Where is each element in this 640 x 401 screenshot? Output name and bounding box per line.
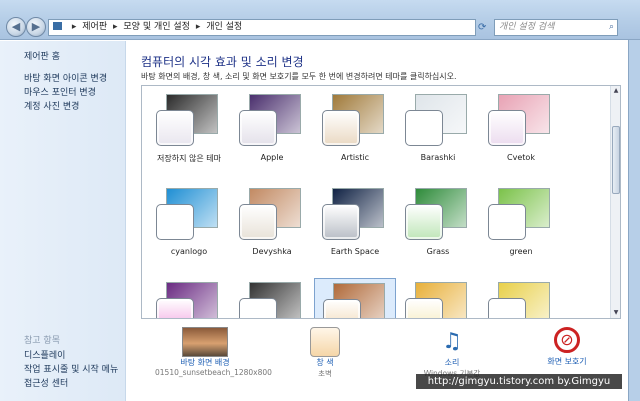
theme-name: Grass <box>426 247 450 256</box>
search-input[interactable]: 개인 설정 검색 ⌕ <box>494 19 618 36</box>
sounds-label: 소리 <box>444 358 460 367</box>
theme-color-swatch <box>405 204 443 240</box>
desktop-background-label: 바탕 화면 배경 <box>180 358 230 367</box>
breadcrumb-personalization[interactable]: 개인 설정 <box>206 22 242 32</box>
theme-color-swatch <box>405 110 443 146</box>
theme-item[interactable]: Devyshka <box>231 184 313 260</box>
theme-name: 저장하지 않은 테마 <box>157 154 221 163</box>
scroll-down-icon[interactable]: ▼ <box>612 309 620 317</box>
sidebar-link-desktop-icons[interactable]: 바탕 화면 아이콘 변경 <box>24 71 107 84</box>
desktop-background-button[interactable]: 바탕 화면 배경 01510_sunsetbeach_1280x800 <box>155 327 272 377</box>
theme-name: Barashki <box>420 153 456 162</box>
theme-color-swatch <box>405 298 443 318</box>
breadcrumb-control-panel[interactable]: 제어판 <box>82 22 107 32</box>
theme-color-swatch <box>239 204 277 240</box>
see-also-taskbar[interactable]: 작업 표시줄 및 시작 메뉴 <box>24 362 118 375</box>
window-color-name: 초벽 <box>318 369 332 378</box>
window-color-button[interactable]: 창 색 초벽 <box>285 327 365 379</box>
control-panel-icon <box>53 22 62 30</box>
screensaver-button[interactable]: ⊘ 화면 보호기 <box>527 327 607 367</box>
desktop-background-thumbnail <box>182 327 228 357</box>
theme-item[interactable]: Theme15 <box>397 278 479 318</box>
title-bar: ◀ ▶ ▸ 제어판 ▸ 모양 및 개인 설정 ▸ 개인 설정 ⟳ 개인 설정 검… <box>0 0 640 40</box>
page-title: 컴퓨터의 시각 효과 및 소리 변경 <box>141 55 304 69</box>
theme-list-scrollbar[interactable]: ▲ ▼ <box>610 86 620 318</box>
theme-name: cyanlogo <box>170 247 208 256</box>
window-color-label: 창 색 <box>316 358 334 367</box>
theme-item[interactable]: Leopard Aurora <box>148 278 230 318</box>
back-button[interactable]: ◀ <box>6 17 26 37</box>
sound-icon: ♫ <box>442 329 462 354</box>
theme-settings-bar: 바탕 화면 배경 01510_sunsetbeach_1280x800 창 색 … <box>127 323 628 401</box>
theme-list[interactable]: 저장하지 않은 테마 Apple Artistic Barashki Cvetok cya… <box>141 85 621 319</box>
theme-color-swatch <box>488 110 526 146</box>
theme-item[interactable]: Earth Space <box>314 184 396 260</box>
theme-item[interactable]: Barashki <box>397 90 479 166</box>
theme-color-swatch <box>156 298 194 318</box>
screensaver-label: 화면 보호기 <box>547 357 587 366</box>
theme-item[interactable]: yellow <box>480 278 562 318</box>
theme-item[interactable]: 저장하지 않은 테마 <box>148 90 230 166</box>
theme-item[interactable]: Grass <box>397 184 479 260</box>
theme-item[interactable]: Cvetok <box>480 90 562 166</box>
scrollbar-thumb[interactable] <box>612 126 620 194</box>
theme-item[interactable]: Sexy girl <box>231 278 313 318</box>
theme-name: Devyshka <box>252 247 292 256</box>
forward-button[interactable]: ▶ <box>26 17 46 37</box>
sidebar: 제어판 홈 바탕 화면 아이콘 변경 마우스 포인터 변경 계정 사진 변경 참… <box>0 41 126 401</box>
theme-name: Apple <box>260 153 284 162</box>
screensaver-none-icon: ⊘ <box>554 327 580 353</box>
search-placeholder: 개인 설정 검색 <box>499 22 555 32</box>
theme-item[interactable]: Apple <box>231 90 313 166</box>
see-also-display[interactable]: 디스플레이 <box>24 348 65 361</box>
theme-color-swatch <box>488 298 526 318</box>
watermark-text: http://gimgyu.tistory.com by.Gimgyu <box>416 374 622 389</box>
scroll-up-icon[interactable]: ▲ <box>612 87 620 95</box>
address-bar[interactable]: ▸ 제어판 ▸ 모양 및 개인 설정 ▸ 개인 설정 <box>48 19 476 36</box>
theme-color-swatch <box>323 299 361 318</box>
theme-item[interactable]: cyanlogo <box>148 184 230 260</box>
sidebar-home-link[interactable]: 제어판 홈 <box>24 49 60 62</box>
theme-color-swatch <box>239 298 277 318</box>
theme-name: green <box>509 247 533 256</box>
search-icon[interactable]: ⌕ <box>609 20 614 35</box>
theme-item[interactable]: Artistic <box>314 90 396 166</box>
theme-color-swatch <box>322 110 360 146</box>
theme-item[interactable]: green <box>480 184 562 260</box>
theme-name: Cvetok <box>507 153 535 162</box>
breadcrumb-appearance[interactable]: 모양 및 개인 설정 <box>123 22 190 32</box>
theme-color-swatch <box>488 204 526 240</box>
window-frame <box>628 40 640 401</box>
sounds-button[interactable]: ♫ 소리 Windows 기본값 <box>402 327 502 379</box>
desktop-background-file: 01510_sunsetbeach_1280x800 <box>155 368 272 377</box>
theme-color-swatch <box>322 204 360 240</box>
window-color-swatch <box>310 327 340 357</box>
page-description: 바탕 화면의 배경, 창 색, 소리 및 화면 보호기를 모두 한 번에 변경하… <box>141 72 457 81</box>
theme-color-swatch <box>156 204 194 240</box>
sidebar-link-mouse-pointers[interactable]: 마우스 포인터 변경 <box>24 85 96 98</box>
main-content: 컴퓨터의 시각 효과 및 소리 변경 바탕 화면의 배경, 창 색, 소리 및 … <box>127 41 628 401</box>
sidebar-link-account-picture[interactable]: 계정 사진 변경 <box>24 99 79 112</box>
theme-name: Earth Space <box>330 247 380 256</box>
see-also-heading: 참고 항목 <box>24 336 60 346</box>
refresh-icon[interactable]: ⟳ <box>478 19 492 36</box>
theme-color-swatch <box>156 110 194 146</box>
theme-name: Artistic <box>340 153 370 162</box>
see-also-ease-of-access[interactable]: 접근성 센터 <box>24 376 68 389</box>
theme-color-swatch <box>239 110 277 146</box>
theme-item[interactable]: Sunset Beach <box>314 278 396 318</box>
